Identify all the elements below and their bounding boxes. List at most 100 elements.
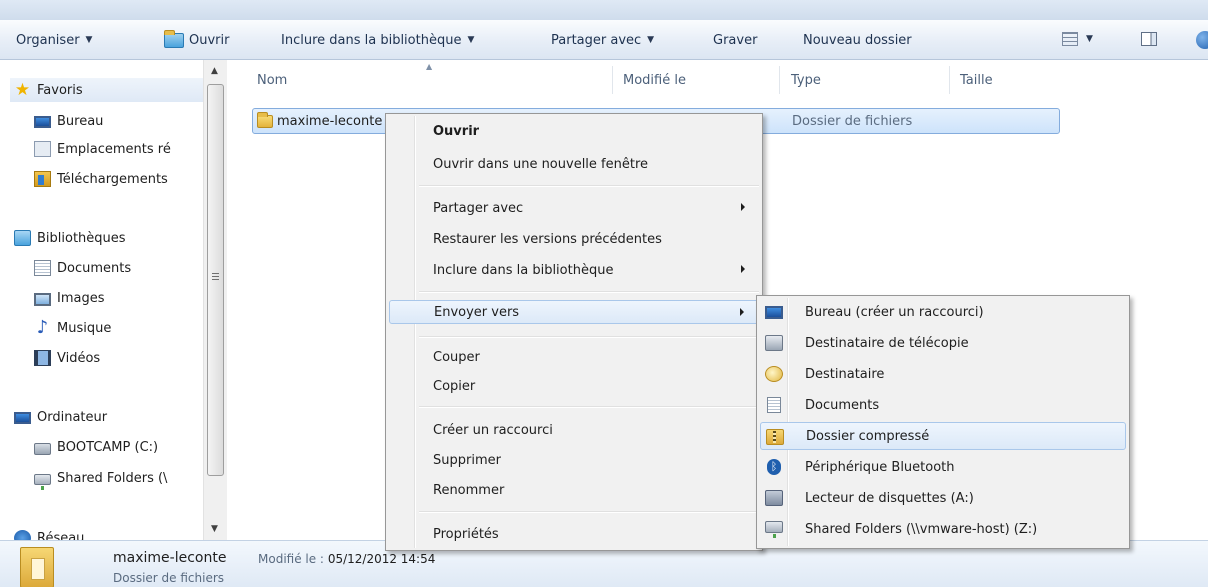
send-to-mail-recipient[interactable]: Destinataire bbox=[760, 360, 1126, 388]
desktop-icon bbox=[765, 306, 783, 319]
menu-item-copy[interactable]: Copier bbox=[389, 374, 759, 398]
new-folder-button[interactable]: Nouveau dossier bbox=[803, 20, 912, 60]
nav-music[interactable]: ♪ Musique bbox=[34, 316, 112, 340]
column-header-type[interactable]: Type bbox=[791, 60, 821, 100]
details-modified-label: Modifié le : bbox=[258, 552, 324, 566]
menu-item-include-library[interactable]: Inclure dans la bibliothèque bbox=[389, 258, 759, 282]
send-to-compressed-folder[interactable]: Dossier compressé bbox=[760, 422, 1126, 450]
send-to-submenu: Bureau (créer un raccourci) Destinataire… bbox=[756, 295, 1130, 549]
send-to-shared-folders[interactable]: Shared Folders (\\vmware-host) (Z:) bbox=[760, 515, 1126, 543]
menu-item-label: Couper bbox=[433, 349, 480, 365]
music-note-icon: ♪ bbox=[36, 317, 49, 338]
share-with-button[interactable]: Partager avec ▼ bbox=[551, 20, 654, 60]
help-icon[interactable] bbox=[1196, 31, 1208, 49]
network-icon bbox=[14, 530, 31, 540]
nav-downloads[interactable]: Téléchargements bbox=[34, 167, 168, 191]
submenu-item-label: Périphérique Bluetooth bbox=[805, 459, 955, 475]
submenu-arrow-icon bbox=[740, 308, 744, 316]
menu-item-send-to[interactable]: Envoyer vers bbox=[389, 300, 759, 324]
nav-videos[interactable]: Vidéos bbox=[34, 346, 100, 370]
nav-music-label: Musique bbox=[57, 320, 112, 336]
menu-item-restore-versions[interactable]: Restaurer les versions précédentes bbox=[389, 227, 759, 251]
bluetooth-icon: ᛒ bbox=[767, 459, 781, 475]
column-header-size[interactable]: Taille bbox=[960, 60, 993, 100]
send-to-fax-recipient[interactable]: Destinataire de télécopie bbox=[760, 329, 1126, 357]
include-library-button[interactable]: Inclure dans la bibliothèque ▼ bbox=[281, 20, 474, 60]
details-name: maxime-leconte bbox=[113, 550, 227, 566]
nav-shared-folders-label: Shared Folders (\ bbox=[57, 470, 168, 486]
submenu-item-label: Bureau (créer un raccourci) bbox=[805, 304, 984, 320]
menu-separator bbox=[419, 336, 759, 338]
menu-item-rename[interactable]: Renommer bbox=[389, 478, 759, 502]
desktop-icon bbox=[34, 116, 51, 128]
scroll-down-arrow-icon[interactable]: ▼ bbox=[211, 524, 218, 534]
nav-desktop-label: Bureau bbox=[57, 113, 104, 129]
menu-item-share-with[interactable]: Partager avec bbox=[389, 196, 759, 220]
network-drive-icon bbox=[765, 521, 783, 538]
send-to-documents[interactable]: Documents bbox=[760, 391, 1126, 419]
menu-separator bbox=[419, 406, 759, 408]
floppy-drive-icon bbox=[765, 490, 783, 506]
column-header-modified[interactable]: Modifié le bbox=[623, 60, 686, 100]
send-to-desktop-shortcut[interactable]: Bureau (créer un raccourci) bbox=[760, 298, 1126, 326]
menu-item-delete[interactable]: Supprimer bbox=[389, 448, 759, 472]
nav-documents[interactable]: Documents bbox=[34, 256, 131, 280]
nav-images[interactable]: Images bbox=[34, 286, 105, 310]
nav-favorites[interactable]: ★ Favoris bbox=[10, 78, 210, 102]
menu-item-label: Copier bbox=[433, 378, 476, 394]
column-header-name[interactable]: Nom bbox=[257, 60, 287, 100]
submenu-item-label: Destinataire bbox=[805, 366, 885, 382]
column-divider[interactable] bbox=[612, 66, 613, 94]
menu-item-open[interactable]: Ouvrir bbox=[389, 119, 759, 143]
fax-icon bbox=[765, 335, 783, 351]
nav-bootcamp-label: BOOTCAMP (C:) bbox=[57, 439, 159, 455]
video-film-icon bbox=[34, 350, 51, 366]
menu-item-open-new-window[interactable]: Ouvrir dans une nouvelle fenêtre bbox=[389, 152, 759, 176]
menu-item-cut[interactable]: Couper bbox=[389, 345, 759, 369]
open-label: Ouvrir bbox=[189, 32, 230, 48]
nav-recent-places-label: Emplacements ré bbox=[57, 141, 171, 157]
column-divider[interactable] bbox=[949, 66, 950, 94]
change-view-icon[interactable] bbox=[1062, 32, 1078, 46]
nav-libraries[interactable]: Bibliothèques bbox=[14, 226, 126, 250]
nav-shared-folders[interactable]: Shared Folders (\ bbox=[34, 466, 167, 490]
nav-videos-label: Vidéos bbox=[57, 350, 101, 366]
star-icon: ★ bbox=[14, 80, 31, 100]
view-options-chevron-icon[interactable]: ▼ bbox=[1086, 34, 1093, 44]
scroll-grip-icon bbox=[212, 273, 219, 281]
nav-libraries-label: Bibliothèques bbox=[37, 230, 126, 246]
nav-downloads-label: Téléchargements bbox=[57, 171, 168, 187]
nav-recent-places[interactable]: Emplacements ré bbox=[34, 137, 171, 161]
nav-network[interactable]: Réseau bbox=[14, 526, 84, 540]
scroll-up-arrow-icon[interactable]: ▲ bbox=[211, 66, 218, 76]
nav-images-label: Images bbox=[57, 290, 105, 306]
burn-button[interactable]: Graver bbox=[713, 20, 757, 60]
images-icon bbox=[34, 292, 51, 306]
send-to-bluetooth[interactable]: ᛒ Périphérique Bluetooth bbox=[760, 453, 1126, 481]
preview-pane-icon[interactable] bbox=[1141, 32, 1157, 46]
menu-item-create-shortcut[interactable]: Créer un raccourci bbox=[389, 418, 759, 442]
column-modified-label: Modifié le bbox=[623, 72, 686, 88]
open-folder-icon bbox=[164, 29, 184, 48]
nav-computer[interactable]: Ordinateur bbox=[14, 405, 107, 429]
column-size-label: Taille bbox=[960, 72, 993, 88]
submenu-item-label: Documents bbox=[805, 397, 880, 413]
scroll-thumb[interactable] bbox=[207, 84, 224, 476]
details-type: Dossier de fichiers bbox=[113, 571, 225, 585]
recent-places-icon bbox=[34, 141, 51, 157]
organize-label: Organiser bbox=[16, 32, 80, 48]
menu-item-label: Inclure dans la bibliothèque bbox=[433, 262, 614, 278]
open-button[interactable]: Ouvrir bbox=[164, 20, 229, 60]
menu-separator bbox=[419, 291, 759, 293]
nav-bootcamp[interactable]: BOOTCAMP (C:) bbox=[34, 435, 158, 459]
chevron-down-icon: ▼ bbox=[647, 35, 655, 45]
column-name-label: Nom bbox=[257, 72, 288, 88]
organize-button[interactable]: Organiser ▼ bbox=[16, 20, 92, 60]
send-to-floppy[interactable]: Lecteur de disquettes (A:) bbox=[760, 484, 1126, 512]
chevron-down-icon: ▼ bbox=[85, 35, 93, 45]
nav-desktop[interactable]: Bureau bbox=[34, 109, 103, 133]
menu-item-properties[interactable]: Propriétés bbox=[389, 522, 759, 546]
column-divider[interactable] bbox=[779, 66, 780, 94]
nav-scrollbar[interactable]: ▲ ▼ bbox=[203, 60, 227, 540]
menu-separator bbox=[419, 511, 759, 513]
